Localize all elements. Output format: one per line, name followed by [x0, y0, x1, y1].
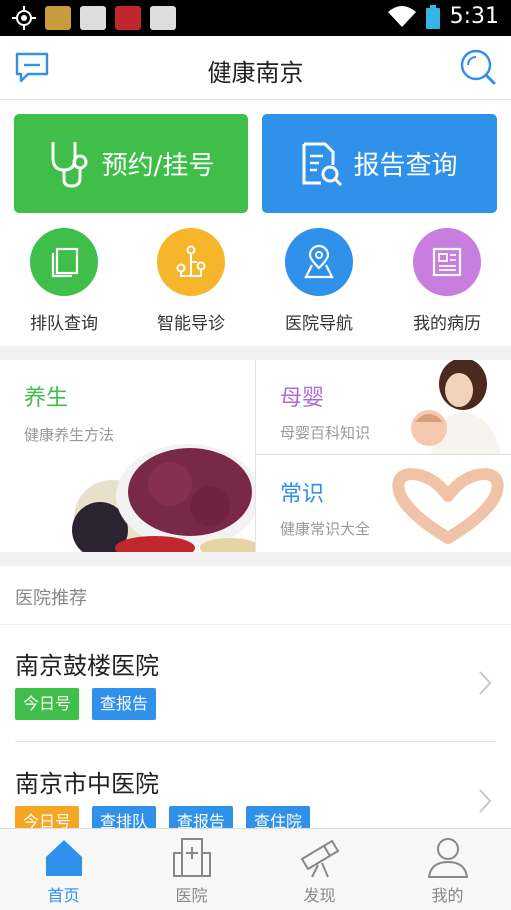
chevron-right-icon [479, 789, 492, 813]
bottom-tab-bar: 首页 医院 发现 我的 [0, 828, 511, 910]
hospital-name: 南京鼓楼医院 [15, 652, 159, 680]
app-icon [45, 6, 71, 30]
heart-hands-image [392, 468, 504, 544]
mother-baby-image [411, 360, 501, 454]
smart-guide-label: 智能导诊 [157, 314, 225, 334]
app-icon [150, 6, 176, 30]
hospital-recommend-section: 医院推荐 南京鼓楼医院 今日号 查报告 南京市中医院 今日号 查排队 查报告 查… [0, 566, 511, 828]
today-number-tag[interactable]: 今日号 [15, 688, 80, 720]
check-inpatient-tag[interactable]: 查住院 [246, 806, 311, 828]
common-sense-title: 常识 [280, 482, 325, 507]
report-search-icon [302, 142, 343, 186]
hospital-name: 南京市中医院 [15, 770, 159, 798]
common-sense-card[interactable]: 常识 健康常识大全 [256, 456, 511, 552]
grains-image [72, 444, 255, 552]
tab-mine[interactable]: 我的 [384, 829, 511, 910]
tab-label: 医院 [175, 886, 208, 905]
wifi-icon [387, 5, 416, 27]
appointment-button[interactable]: 预约/挂号 [14, 114, 248, 213]
map-pin-icon [304, 244, 334, 279]
app-header: 健康南京 [0, 36, 511, 100]
primary-actions-section: 预约/挂号 报告查询 排队查询 智能导诊 医院导航 我的病历 [0, 100, 511, 346]
hospital-icon [172, 838, 211, 877]
hospital-row-tcm[interactable]: 南京市中医院 今日号 查排队 查报告 查住院 [0, 742, 511, 828]
report-query-button[interactable]: 报告查询 [262, 114, 497, 213]
search-icon[interactable] [459, 48, 497, 86]
tab-home[interactable]: 首页 [0, 829, 127, 910]
hospital-row-gulou[interactable]: 南京鼓楼医院 今日号 查报告 [0, 624, 511, 742]
common-sense-subtitle: 健康常识大全 [280, 520, 371, 538]
tab-hospital[interactable]: 医院 [128, 829, 255, 910]
status-bar: 5:31 [0, 0, 511, 36]
telescope-icon [300, 839, 339, 878]
wellness-card[interactable]: 养生 健康养生方法 [0, 360, 255, 552]
gps-icon [12, 6, 36, 30]
stethoscope-icon [51, 141, 88, 188]
queue-query-button[interactable]: 排队查询 [4, 228, 124, 334]
battery-icon [425, 4, 440, 29]
hospital-navigation-button[interactable]: 医院导航 [259, 228, 379, 334]
queue-query-label: 排队查询 [30, 314, 98, 334]
medical-record-label: 我的病历 [413, 314, 481, 334]
record-icon [432, 247, 462, 277]
check-report-tag[interactable]: 查报告 [92, 688, 157, 720]
tab-discover[interactable]: 发现 [256, 829, 383, 910]
check-queue-tag[interactable]: 查排队 [92, 806, 157, 828]
clock: 5:31 [449, 4, 499, 29]
smart-guide-button[interactable]: 智能导诊 [131, 228, 251, 334]
user-icon [427, 838, 468, 878]
section-heading: 医院推荐 [15, 588, 87, 609]
today-number-tag[interactable]: 今日号 [15, 806, 80, 828]
health-knowledge-section: 养生 健康养生方法 母婴 母婴百科知识 常识 健康常识大全 [0, 360, 511, 552]
app-icon [115, 6, 141, 30]
maternal-title: 母婴 [280, 386, 325, 411]
appointment-label: 预约/挂号 [101, 151, 215, 181]
maternal-subtitle: 母婴百科知识 [280, 424, 371, 442]
chevron-right-icon [479, 671, 492, 695]
queue-icon [51, 247, 79, 278]
tab-label: 我的 [431, 886, 464, 905]
tab-label: 首页 [47, 886, 80, 905]
guide-icon [176, 245, 206, 277]
page-title: 健康南京 [207, 59, 304, 87]
report-query-label: 报告查询 [353, 151, 458, 181]
tab-label: 发现 [303, 886, 336, 905]
medical-record-button[interactable]: 我的病历 [387, 228, 507, 334]
app-icon [80, 6, 106, 30]
wellness-title: 养生 [24, 386, 69, 411]
home-icon [45, 840, 82, 876]
maternal-card[interactable]: 母婴 母婴百科知识 [256, 360, 511, 455]
hospital-navigation-label: 医院导航 [285, 314, 353, 334]
check-report-tag[interactable]: 查报告 [169, 806, 234, 828]
